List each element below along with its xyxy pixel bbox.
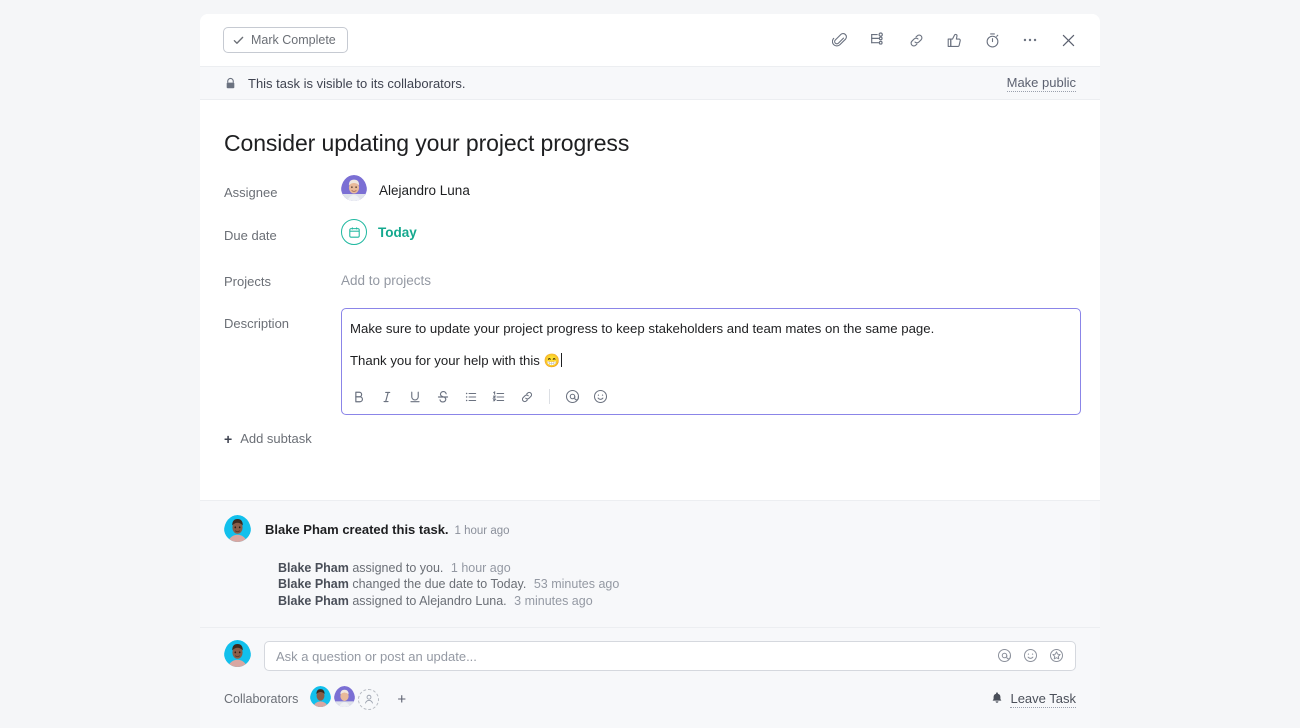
assignee-label: Assignee [224,185,278,200]
leave-task-label: Leave Task [1010,690,1076,708]
attachment-icon[interactable] [830,30,850,50]
description-paragraph-1: Make sure to update your project progres… [350,321,935,336]
toolbar-icon-group [830,30,1078,50]
link-icon[interactable] [906,30,926,50]
activity-action: changed the due date to Today. [352,577,527,591]
plus-icon: + [224,430,233,447]
emoji-icon[interactable] [592,388,609,405]
description-value: Make sure to update your project progres… [341,308,1081,415]
numbered-list-icon[interactable] [490,388,507,405]
format-toolbar [342,378,1080,414]
activity-actor: Blake Pham [278,560,349,575]
add-subtask-label: Add subtask [240,431,312,446]
activity-created-text: Blake Pham created this task. [265,521,449,537]
projects-value: Add to projects [341,272,1076,290]
check-icon [233,35,244,46]
due-date-chip[interactable]: Today [341,219,417,245]
privacy-message: This task is visible to its collaborator… [248,75,466,91]
bulleted-list-icon[interactable] [462,388,479,405]
description-text[interactable]: Make sure to update your project progres… [342,319,1080,370]
task-fields: Assignee Alejandro Luna Due date Today P… [200,175,1100,415]
activity-list: Blake Pham assigned to you. 1 hour ago B… [278,560,1076,610]
activity-header-text: Blake Pham created this task. 1 hour ago [265,515,510,539]
add-subtask-button[interactable]: + Add subtask [224,431,312,446]
privacy-bar: This task is visible to its collaborator… [200,66,1100,100]
leave-task-button[interactable]: Leave Task [990,691,1076,708]
field-row-projects: Projects Add to projects [224,263,1076,299]
due-date-value: Today [341,219,1076,245]
close-icon[interactable] [1058,30,1078,50]
activity-actor: Blake Pham [278,577,349,591]
calendar-icon [341,219,367,245]
activity-time: 53 minutes ago [533,577,620,591]
list-item: Blake Pham assigned to Alejandro Luna. 3… [278,593,1076,610]
comment-bar: Ask a question or post an update... [200,627,1100,672]
task-toolbar: Mark Complete [200,14,1100,66]
avatar[interactable] [310,686,332,712]
task-body: Consider updating your project progress … [200,100,1100,500]
description-paragraph-2-text: Thank you for your help with this [350,353,544,369]
subtask-icon[interactable] [868,30,888,50]
bold-icon[interactable] [350,388,367,405]
assignee-name: Alejandro Luna [379,183,470,198]
collaborators-label: Collaborators [224,692,299,706]
avatar[interactable] [334,686,356,712]
description-label: Description [224,316,290,331]
activity-actor: Blake Pham [278,593,349,608]
italic-icon[interactable] [378,388,395,405]
mark-complete-button[interactable]: Mark Complete [223,27,348,53]
collaborators-bar: Collaborators + Leave Task [200,672,1100,728]
description-emoji: 😁 [543,353,560,369]
text-caret [560,353,562,368]
bell-icon [990,691,1004,708]
strikethrough-icon[interactable] [434,388,451,405]
sticker-icon[interactable] [1049,648,1065,664]
like-icon[interactable] [944,30,964,50]
emoji-icon[interactable] [1023,648,1039,664]
projects-label: Projects [224,273,271,289]
add-to-projects-button[interactable]: Add to projects [341,273,431,288]
mention-icon[interactable] [997,648,1013,664]
comment-placeholder: Ask a question or post an update... [276,648,477,664]
avatar [341,175,367,206]
comment-icon-group [997,648,1065,664]
lock-icon [224,77,237,90]
add-collaborator-avatar-icon[interactable] [358,688,380,710]
toolbar-divider [549,389,550,404]
assignee-chip[interactable]: Alejandro Luna [341,175,470,206]
list-item: Blake Pham assigned to you. 1 hour ago [278,560,1076,577]
activity-time: 1 hour ago [450,560,511,575]
timer-icon[interactable] [982,30,1002,50]
activity-action: assigned to Alejandro Luna. [352,593,507,608]
more-options-icon[interactable] [1020,30,1040,50]
assignee-value: Alejandro Luna [341,175,1076,206]
avatar [224,514,251,547]
mention-icon[interactable] [564,388,581,405]
activity-header: Blake Pham created this task. 1 hour ago [224,514,1076,547]
field-row-due-date: Due date Today [224,219,1076,255]
due-date-label: Due date [224,228,277,243]
collaborator-avatars [310,686,380,712]
activity-action: assigned to you. [352,560,444,575]
activity-time: 3 minutes ago [514,593,593,608]
add-collaborator-button[interactable]: + [397,692,406,707]
field-row-assignee: Assignee Alejandro Luna [224,175,1076,211]
description-editor[interactable]: Make sure to update your project progres… [341,308,1081,415]
field-row-description: Description Make sure to update your pro… [224,308,1081,415]
make-public-link[interactable]: Make public [1006,75,1076,92]
due-date-text: Today [378,224,417,240]
description-paragraph-2: Thank you for your help with this 😁 [350,351,1072,370]
activity-created-time: 1 hour ago [454,524,510,537]
list-item: Blake Pham changed the due date to Today… [278,576,1076,593]
activity-section: Blake Pham created this task. 1 hour ago … [200,499,1100,627]
avatar [224,640,251,672]
task-detail-panel: Mark Complete This task is visible to it… [200,14,1100,728]
task-title: Consider updating your project progress [224,130,630,156]
comment-input[interactable]: Ask a question or post an update... [264,641,1076,671]
underline-icon[interactable] [406,388,423,405]
mark-complete-label: Mark Complete [251,33,336,47]
link-icon[interactable] [518,388,535,405]
